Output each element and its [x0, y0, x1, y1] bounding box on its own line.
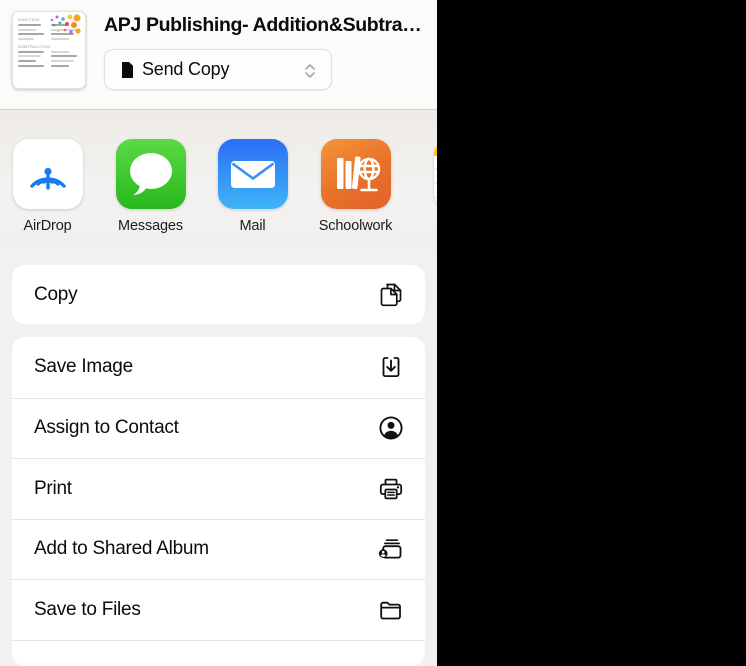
- screen-root: ADDITION SUBTRACTION APJ Publishing- Add…: [0, 0, 746, 666]
- action-card-primary: Copy: [12, 265, 425, 324]
- messages-icon: [115, 139, 186, 209]
- share-target-label: AirDrop: [23, 218, 72, 234]
- person-circle-icon: [378, 415, 404, 441]
- share-target-label: Messages: [118, 218, 183, 234]
- chevron-up-down-icon: [303, 61, 317, 81]
- thumbnail-line: [18, 50, 44, 53]
- action-label: Add to Shared Album: [34, 538, 209, 560]
- thumbnail-line: [18, 24, 41, 26]
- send-copy-label: Send Copy: [142, 59, 230, 79]
- app-share-row: AirDrop Messages Mail Schoolwork: [0, 110, 437, 250]
- thumbnail-line: [18, 59, 36, 62]
- action-label: Copy: [34, 284, 78, 306]
- action-row-print[interactable]: Print: [12, 458, 425, 519]
- action-card-secondary: Save Image Assign to Contact Print Add t…: [12, 337, 425, 666]
- thumbnail-line: [51, 50, 69, 53]
- action-row-copy[interactable]: Copy: [12, 265, 425, 324]
- action-label: Save to Files: [34, 598, 141, 620]
- thumbnail-line: [51, 59, 74, 62]
- thumbnail-line: [51, 64, 69, 67]
- action-row-save-to-files[interactable]: Save to Files: [12, 579, 425, 640]
- send-copy-button[interactable]: Send Copy: [104, 49, 332, 90]
- thumbnail-line: [18, 55, 41, 58]
- action-label: Save Image: [34, 356, 133, 378]
- action-label: Assign to Contact: [34, 417, 179, 439]
- thumbnail-grid-bottom: [18, 50, 80, 67]
- thumbnail-column: [51, 50, 80, 67]
- action-row-add-to-shared-album[interactable]: Add to Shared Album: [12, 518, 425, 580]
- selection-bracket-handle[interactable]: [437, 118, 453, 236]
- share-sheet: ADDITION SUBTRACTION APJ Publishing- Add…: [0, 0, 437, 666]
- thumbnail-line: [18, 37, 34, 40]
- printer-icon: [378, 476, 404, 502]
- mail-icon: [217, 139, 288, 209]
- folder-icon: [378, 597, 404, 623]
- thumbnail-line: [18, 28, 36, 31]
- confetti-decoration: [47, 14, 83, 36]
- thumbnail-line: [18, 64, 44, 67]
- share-sheet-header: ADDITION SUBTRACTION APJ Publishing- Add…: [0, 0, 437, 110]
- share-target-schoolwork[interactable]: Schoolwork: [304, 139, 407, 234]
- copy-icon: [378, 282, 404, 308]
- shared-album-icon: [378, 536, 404, 562]
- share-target-airdrop[interactable]: AirDrop: [0, 139, 99, 234]
- thumbnail-section-subtraction: SUBTRACTION: [18, 43, 51, 49]
- share-target-mail[interactable]: Mail: [201, 139, 304, 234]
- action-label: Print: [34, 477, 72, 499]
- thumbnail-line: [51, 55, 77, 58]
- airdrop-icon: [12, 139, 83, 209]
- share-target-label: Schoolwork: [318, 218, 393, 234]
- document-title: APJ Publishing- Addition&Subtra…: [104, 14, 422, 36]
- schoolwork-icon: [320, 139, 391, 209]
- action-row-add-tags[interactable]: Add T: [12, 639, 425, 666]
- action-row-assign-to-contact[interactable]: Assign to Contact: [12, 397, 425, 459]
- thumbnail-line: [51, 37, 69, 40]
- share-target-messages[interactable]: Messages: [99, 139, 202, 234]
- thumbnail-column: [18, 24, 47, 40]
- document-icon: [121, 61, 134, 79]
- save-image-icon: [378, 354, 404, 380]
- document-thumbnail[interactable]: ADDITION SUBTRACTION: [12, 11, 86, 89]
- thumbnail-line: [18, 33, 44, 36]
- share-target-notes[interactable]: [417, 139, 437, 218]
- thumbnail-column: [18, 50, 47, 67]
- share-target-label: Mail: [239, 218, 266, 234]
- action-row-save-image[interactable]: Save Image: [12, 337, 425, 398]
